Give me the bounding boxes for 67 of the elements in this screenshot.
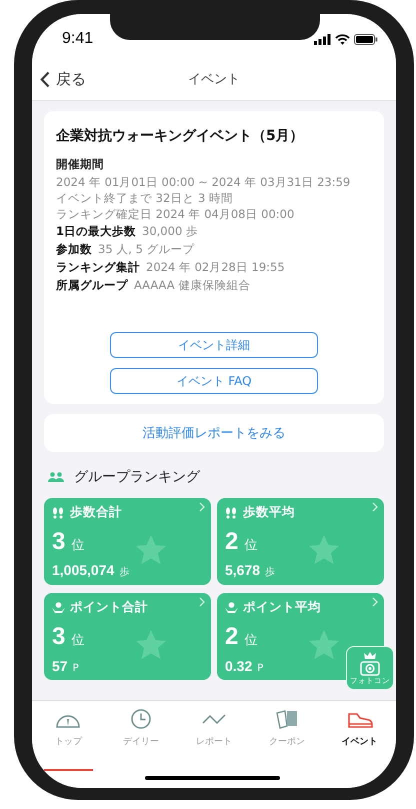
footprints-icon bbox=[52, 506, 65, 518]
event-link-button[interactable]: イベント FAQ bbox=[110, 368, 318, 394]
signal-icon bbox=[314, 34, 331, 44]
battery-icon bbox=[354, 34, 378, 44]
chevron-right-icon bbox=[199, 502, 205, 512]
value-unit: P bbox=[257, 663, 264, 674]
chevron-right-icon bbox=[372, 597, 378, 607]
tab-item[interactable]: レポート bbox=[178, 709, 250, 749]
group-icon bbox=[48, 472, 64, 482]
event-link-button[interactable]: イベント詳細 bbox=[110, 332, 318, 358]
info-value: AAAAA 健康保険組合 bbox=[134, 277, 250, 294]
rank-unit: 位 bbox=[71, 632, 84, 649]
tile-title: ポイント合計 bbox=[70, 599, 148, 616]
star-drawing bbox=[307, 629, 341, 661]
rank-number: 3 bbox=[52, 528, 66, 556]
tile-value: 0.32 bbox=[225, 658, 252, 674]
person-icon bbox=[52, 602, 65, 614]
info-value: 30,000 歩 bbox=[142, 223, 198, 240]
period-label: 開催期間 bbox=[56, 157, 105, 172]
rank-unit: 位 bbox=[71, 536, 84, 554]
info-label: ランキング集計 bbox=[56, 259, 140, 276]
tile-title: 歩数平均 bbox=[243, 504, 295, 521]
info-label: 所属グループ bbox=[56, 277, 128, 294]
period-text: ランキング確定日 2024 年 04月08日 00:00 bbox=[56, 206, 296, 222]
value-unit: P bbox=[72, 663, 79, 674]
tab-item[interactable]: トップ bbox=[32, 709, 105, 749]
star-drawing bbox=[134, 629, 168, 661]
tile-value: 57 bbox=[52, 658, 68, 674]
tile-title: ポイント平均 bbox=[243, 599, 321, 616]
chevron-right-icon bbox=[199, 597, 205, 607]
report-button[interactable]: 活動評価レポートをみる bbox=[44, 414, 384, 452]
period-text: イベント終了まで 32日と 3 時間 bbox=[56, 190, 234, 206]
info-label: 1日の最大歩数 bbox=[56, 223, 136, 240]
period-text: 2024 年 01月01日 00:00 ~ 2024 年 03月31日 23:59 bbox=[56, 174, 352, 190]
star-drawing bbox=[307, 534, 341, 566]
rank-unit: 位 bbox=[244, 536, 258, 554]
rank-number: 2 bbox=[225, 528, 238, 556]
ranking-tile[interactable]: 歩数平均 2 位 5,678 歩 bbox=[217, 498, 384, 585]
value-unit: 歩 bbox=[119, 566, 130, 579]
tab-item[interactable]: クーポン bbox=[250, 709, 324, 749]
tab-item[interactable]: イベント bbox=[323, 709, 396, 749]
rank-number: 2 bbox=[225, 623, 238, 651]
value-unit: 歩 bbox=[265, 566, 276, 579]
status-time: 9:41 bbox=[62, 30, 94, 48]
star-drawing bbox=[134, 534, 168, 566]
event-title: 企業対抗ウォーキングイベント（5月） bbox=[56, 127, 305, 145]
coupons-icon bbox=[274, 709, 300, 729]
footprints-icon bbox=[225, 506, 238, 518]
info-value: 35 人, 5 グループ bbox=[98, 241, 195, 258]
info-label: 参加数 bbox=[56, 241, 92, 258]
info-value: 2024 年 02月28日 19:55 bbox=[146, 259, 285, 276]
section-title: グループランキング bbox=[74, 468, 200, 486]
tab-item[interactable]: デイリー bbox=[104, 709, 178, 749]
tile-title: 歩数合計 bbox=[70, 504, 122, 521]
tile-value: 5,678 bbox=[225, 562, 260, 578]
ranking-tile[interactable]: ポイント合計 3 位 57 P bbox=[44, 593, 211, 680]
crowned-camera-icon bbox=[359, 652, 381, 676]
rank-unit: 位 bbox=[244, 632, 258, 649]
wifi-icon bbox=[335, 34, 350, 44]
person-icon bbox=[225, 602, 238, 614]
back-button[interactable]: 戻る bbox=[32, 68, 92, 90]
rank-number: 3 bbox=[52, 623, 66, 651]
tile-value: 1,005,074 bbox=[52, 562, 114, 578]
chevron-left-icon bbox=[40, 70, 50, 88]
ranking-tile[interactable]: 歩数合計 3 位 1,005,074 歩 bbox=[44, 498, 211, 585]
screen-title: イベント bbox=[188, 71, 240, 88]
chevron-right-icon bbox=[372, 502, 378, 512]
